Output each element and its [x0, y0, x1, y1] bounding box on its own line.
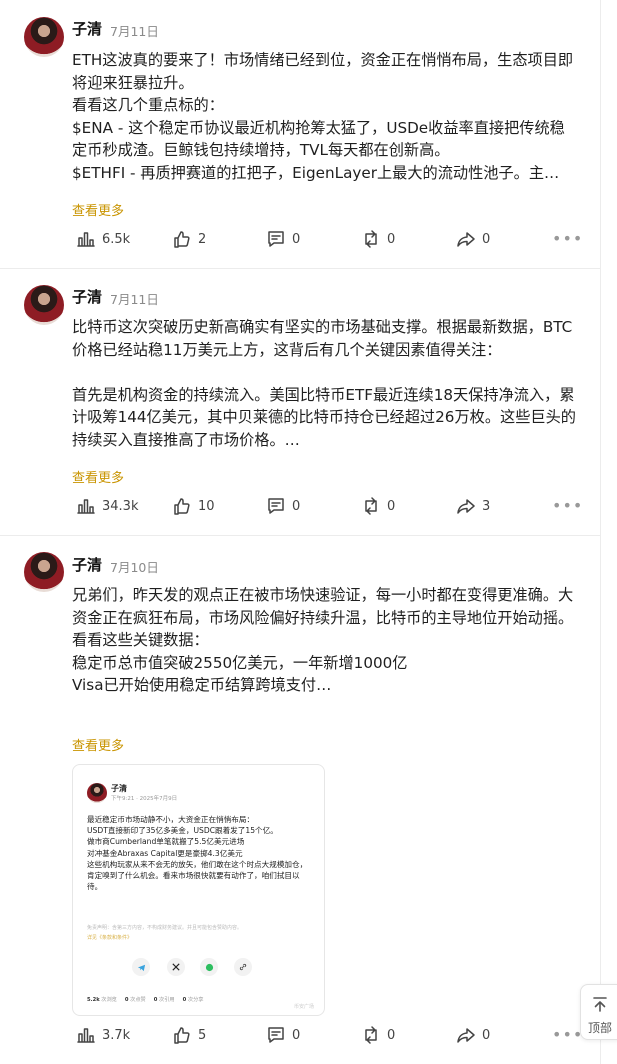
- shares-count: 3: [482, 498, 491, 514]
- telegram-icon: [132, 958, 150, 976]
- views-count: 6.5k: [102, 231, 131, 247]
- share-icon: [457, 1028, 475, 1043]
- repost-button[interactable]: 0: [361, 227, 395, 251]
- share-icon: [457, 232, 475, 247]
- post-actions: 34.3k 10 0 0 3 •••: [72, 494, 582, 518]
- embedded-stat: 0 次点赞: [124, 997, 146, 1003]
- shares-count: 0: [482, 1027, 491, 1043]
- likes-count: 10: [198, 498, 215, 514]
- views-stat: 3.7k: [76, 1023, 130, 1047]
- post-date: 7月11日: [110, 292, 159, 307]
- embedded-post-image[interactable]: 子清 下午9:21 · 2025年7月9日 最近稳定币市场动静不小，大资金正在悄…: [72, 764, 325, 1016]
- like-button[interactable]: 10: [172, 494, 215, 518]
- thumbs-up-icon: [174, 498, 190, 515]
- reposts-count: 0: [387, 1027, 396, 1043]
- comments-count: 0: [292, 498, 301, 514]
- repost-button[interactable]: 0: [361, 1023, 395, 1047]
- back-to-top-label: 顶部: [587, 1021, 612, 1035]
- whatsapp-icon: [200, 958, 218, 976]
- back-to-top-button[interactable]: 顶部: [580, 984, 617, 1040]
- chart-icon: [77, 499, 95, 514]
- repost-button[interactable]: 0: [361, 494, 395, 518]
- post-actions: 6.5k 2 0 0 0 •••: [72, 227, 582, 251]
- post-actions: 3.7k 5 0 0 0 •••: [72, 1023, 582, 1047]
- share-button[interactable]: 0: [456, 227, 490, 251]
- comment-button[interactable]: 0: [266, 227, 300, 251]
- likes-count: 2: [198, 231, 207, 247]
- views-stat: 6.5k: [76, 227, 130, 251]
- more-options-icon[interactable]: •••: [552, 1023, 583, 1047]
- comments-count: 0: [292, 1027, 301, 1043]
- comments-count: 0: [292, 231, 301, 247]
- embedded-stat: 5.2k 次浏览: [87, 997, 117, 1003]
- views-count: 34.3k: [102, 498, 139, 514]
- embedded-watermark: 币安广场: [293, 1004, 314, 1010]
- views-stat: 34.3k: [76, 494, 138, 518]
- post-date: 7月10日: [110, 560, 159, 575]
- post-body: 兄弟们，昨天发的观点正在被市场快速验证，每一小时都在变得更准确。大资金正在疯狂布…: [72, 586, 574, 694]
- comment-button[interactable]: 0: [266, 1023, 300, 1047]
- link-icon: [234, 958, 252, 976]
- more-options-icon[interactable]: •••: [552, 227, 583, 251]
- reposts-count: 0: [387, 498, 396, 514]
- embedded-terms-link: 详见《条款和条件》: [87, 935, 133, 941]
- comment-icon: [268, 231, 284, 247]
- post-author[interactable]: 子清: [72, 18, 102, 39]
- see-more-link[interactable]: 查看更多: [72, 200, 124, 219]
- post-item[interactable]: 子清 7月11日 比特币这次突破历史新高确实有坚实的市场基础支撑。根据最新数据，…: [0, 268, 600, 536]
- share-button[interactable]: 0: [456, 1023, 490, 1047]
- embedded-author: 子清: [111, 784, 127, 793]
- see-more-link[interactable]: 查看更多: [72, 467, 124, 486]
- arrow-up-icon: [593, 997, 607, 1012]
- like-button[interactable]: 2: [172, 227, 206, 251]
- more-options-icon[interactable]: •••: [552, 494, 583, 518]
- x-icon: [167, 958, 185, 976]
- post-feed: 子清 7月11日 ETH这波真的要来了！市场情绪已经到位，资金正在悄悄布局，生态…: [0, 0, 601, 1064]
- thumbs-up-icon: [174, 1027, 190, 1044]
- embedded-meta: 下午9:21 · 2025年7月9日: [111, 796, 178, 802]
- embedded-stats: 5.2k 次浏览 0 次点赞 0 次引用 0 次分享: [87, 996, 203, 1003]
- post-item[interactable]: 子清 7月11日 ETH这波真的要来了！市场情绪已经到位，资金正在悄悄布局，生态…: [0, 0, 600, 269]
- avatar[interactable]: [24, 552, 64, 592]
- thumbs-up-icon: [174, 231, 190, 248]
- embedded-body: 最近稳定币市场动静不小，大资金正在悄悄布局： USDT直接新印了35亿多美金，U…: [87, 815, 308, 892]
- share-icon: [457, 499, 475, 514]
- reposts-count: 0: [387, 231, 396, 247]
- avatar[interactable]: [24, 285, 64, 325]
- post-body: ETH这波真的要来了！市场情绪已经到位，资金正在悄悄布局，生态项目即将迎来狂暴拉…: [72, 51, 574, 182]
- post-body: 比特币这次突破历史新高确实有坚实的市场基础支撑。根据最新数据，BTC价格已经站稳…: [72, 318, 576, 449]
- chart-icon: [77, 232, 95, 247]
- post-author[interactable]: 子清: [72, 554, 102, 575]
- comment-icon: [268, 498, 284, 514]
- like-button[interactable]: 5: [172, 1023, 206, 1047]
- avatar: [87, 783, 107, 803]
- embedded-disclaimer: 免责声明：含第三方内容，不构成财务建议。并且可能包含赞助内容。: [87, 925, 243, 931]
- embedded-stat: 0 次分享: [182, 997, 204, 1003]
- repost-icon: [365, 230, 377, 248]
- repost-icon: [365, 1026, 377, 1044]
- post-author[interactable]: 子清: [72, 286, 102, 307]
- share-button[interactable]: 3: [456, 494, 490, 518]
- views-count: 3.7k: [102, 1027, 131, 1043]
- comment-icon: [268, 1027, 284, 1043]
- embedded-stat: 0 次引用: [153, 997, 175, 1003]
- shares-count: 0: [482, 231, 491, 247]
- see-more-link[interactable]: 查看更多: [72, 735, 124, 754]
- likes-count: 5: [198, 1027, 207, 1043]
- comment-button[interactable]: 0: [266, 494, 300, 518]
- repost-icon: [365, 497, 377, 515]
- chart-icon: [77, 1028, 95, 1043]
- post-date: 7月11日: [110, 24, 159, 39]
- avatar[interactable]: [24, 17, 64, 57]
